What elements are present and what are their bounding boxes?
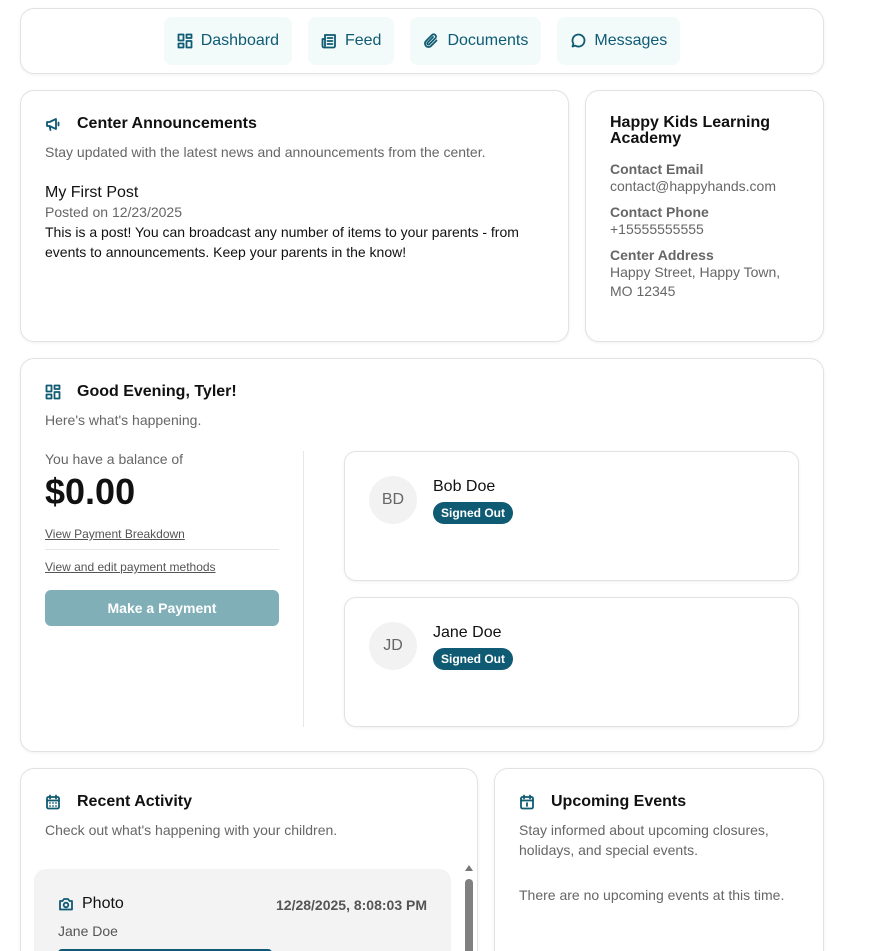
contact-phone: +15555555555 — [610, 221, 704, 237]
paperclip-icon — [424, 33, 438, 48]
announcements-header: Center Announcements — [45, 115, 544, 133]
post-date: Posted on 12/23/2025 — [45, 204, 183, 220]
balance-section: You have a balance of $0.00 View Payment… — [45, 451, 279, 626]
activity-type: Photo — [58, 895, 124, 913]
greeting-title: Good Evening, Tyler! — [77, 383, 237, 400]
status-badge: Signed Out — [433, 502, 513, 524]
nav-documents[interactable]: Documents — [410, 17, 542, 65]
activity-title: Recent Activity — [77, 793, 192, 810]
activity-subtitle: Check out what's happening with your chi… — [45, 822, 338, 838]
contact-email: contact@happyhands.com — [610, 178, 776, 194]
status-badge: Signed Out — [433, 648, 513, 670]
post-body: This is a post! You can broadcast any nu… — [45, 224, 519, 260]
payment-breakdown-link[interactable]: View Payment Breakdown — [45, 527, 279, 541]
nav-messages-label: Messages — [594, 32, 668, 49]
announcements-subtitle: Stay updated with the latest news and an… — [45, 144, 486, 160]
nav-dashboard-label: Dashboard — [200, 32, 279, 49]
make-payment-button[interactable]: Make a Payment — [45, 590, 279, 626]
dashboard-icon — [177, 33, 193, 49]
activity-child: Jane Doe — [58, 923, 118, 939]
nav-dashboard[interactable]: Dashboard — [163, 17, 292, 65]
calendar-list-icon — [46, 794, 60, 810]
nav-messages[interactable]: Messages — [557, 17, 681, 65]
child-name: Bob Doe — [433, 478, 496, 495]
contact-phone-label: Contact Phone — [610, 204, 709, 220]
child-name: Jane Doe — [433, 624, 502, 641]
activity-type-label: Photo — [82, 895, 124, 912]
activity-item[interactable]: Photo 12/28/2025, 8:08:03 PM Jane Doe — [34, 869, 451, 951]
camera-icon — [59, 898, 73, 911]
scroll-up-arrow[interactable] — [465, 865, 473, 871]
upcoming-events-card: Upcoming Events Stay informed about upco… — [494, 768, 824, 951]
activity-header: Recent Activity — [45, 793, 453, 811]
center-address-label: Center Address — [610, 247, 714, 263]
events-empty-message: There are no upcoming events at this tim… — [519, 887, 785, 903]
calendar-icon — [520, 794, 534, 810]
balance-label: You have a balance of — [45, 451, 184, 467]
greeting-header: Good Evening, Tyler! — [45, 383, 799, 401]
payment-methods-link[interactable]: View and edit payment methods — [45, 560, 279, 574]
child-card[interactable]: JD Jane Doe Signed Out — [344, 597, 799, 727]
nav-feed-label: Feed — [344, 32, 382, 49]
divider — [45, 549, 279, 550]
nav-feed[interactable]: Feed — [307, 17, 395, 65]
dashboard-icon — [45, 384, 61, 400]
post-title: My First Post — [45, 184, 139, 201]
recent-activity-card: Recent Activity Check out what's happeni… — [20, 768, 478, 951]
announcements-title: Center Announcements — [77, 115, 257, 132]
events-title: Upcoming Events — [551, 793, 687, 810]
vertical-divider — [303, 451, 304, 727]
newspaper-icon — [321, 34, 336, 49]
avatar: JD — [369, 622, 417, 670]
avatar: BD — [369, 476, 417, 524]
center-name: Happy Kids Learning Academy — [610, 114, 771, 147]
greeting-subtitle: Here's what's happening. — [45, 412, 202, 428]
scrollbar-thumb[interactable] — [465, 879, 473, 951]
announcements-card: Center Announcements Stay updated with t… — [20, 90, 569, 342]
events-header: Upcoming Events — [519, 793, 799, 811]
child-card[interactable]: BD Bob Doe Signed Out — [344, 451, 799, 581]
megaphone-icon — [46, 118, 60, 131]
nav-documents-label: Documents — [447, 32, 529, 49]
activity-date: 12/28/2025, 8:08:03 PM — [276, 897, 427, 913]
balance-amount: $0.00 — [45, 471, 136, 512]
center-address: Happy Street, Happy Town, MO 12345 — [610, 264, 781, 299]
contact-email-label: Contact Email — [610, 161, 704, 177]
message-bubble-icon — [571, 33, 586, 48]
center-info-card: Happy Kids Learning Academy Contact Emai… — [585, 90, 824, 342]
top-nav: Dashboard Feed Documents Messages — [20, 8, 824, 74]
events-subtitle: Stay informed about upcoming closures, h… — [519, 822, 769, 858]
overview-card: Good Evening, Tyler! Here's what's happe… — [20, 358, 824, 752]
